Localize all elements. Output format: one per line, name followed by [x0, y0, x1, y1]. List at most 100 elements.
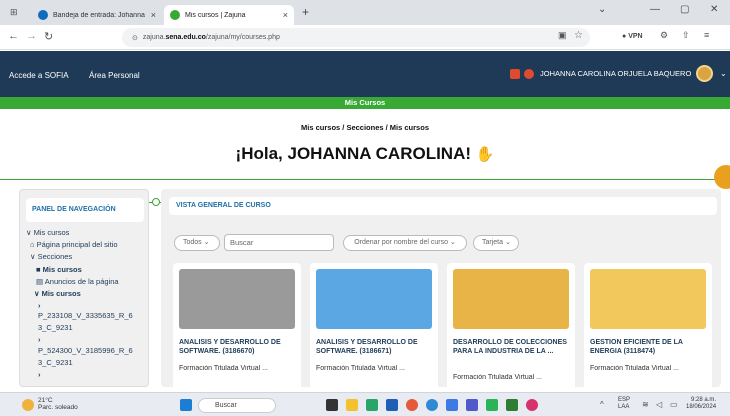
filter-dropdown[interactable]: Todos ⌄ — [174, 235, 220, 251]
notifications-icon[interactable] — [510, 69, 520, 79]
course-image[interactable] — [590, 269, 706, 329]
wave-hand-icon: ✋ — [475, 146, 495, 163]
course-category: Formación Titulada Virtual ... — [590, 365, 679, 372]
volume-icon[interactable]: ◁ — [656, 400, 662, 409]
sort-dropdown[interactable]: Ordenar por nombre del curso ⌄ — [343, 235, 467, 251]
taskbar-search[interactable]: Buscar — [198, 398, 276, 413]
sidebar-item-home[interactable]: ⌂ Página principal del sitio — [30, 240, 118, 249]
course-image[interactable] — [453, 269, 569, 329]
course-title[interactable]: ANALISIS Y DESARROLLO DE SOFTWARE. (3186… — [316, 338, 434, 356]
task-view-icon[interactable] — [326, 399, 338, 411]
sidebar-item-my-courses[interactable]: ■ Mis cursos — [36, 265, 82, 274]
language-indicator[interactable]: ESP LAA — [618, 397, 630, 411]
page-title: ¡Hola, JOHANNA CAROLINA! ✋ — [235, 144, 495, 163]
navigation-panel: PANEL DE NAVEGACIÓN ∨ Mis cursos ⌂ Págin… — [19, 189, 149, 387]
tab-actions-icon[interactable]: ⊞ — [10, 7, 18, 18]
maximize-icon[interactable]: ▢ — [680, 4, 689, 15]
course-title[interactable]: DESARROLLO DE COLECCIONES PARA LA INDUST… — [453, 338, 571, 356]
chevron-down-icon[interactable]: ⌄ — [720, 69, 727, 78]
weather-widget[interactable]: 21°C Parc. soleado — [38, 397, 78, 411]
course-card[interactable]: ANALISIS Y DESARROLLO DE SOFTWARE. (3186… — [173, 263, 301, 387]
sidebar-course-link[interactable]: 3_C_9231 — [38, 358, 73, 367]
share-icon[interactable]: ⇧ — [682, 30, 690, 41]
battery-icon[interactable]: ▭ — [670, 400, 678, 409]
overview-title: VISTA GENERAL DE CURSO — [169, 197, 717, 215]
chevron-right-icon[interactable]: › — [38, 370, 41, 379]
chat-assistant-button[interactable] — [714, 165, 730, 189]
app-icon[interactable] — [366, 399, 378, 411]
reader-icon[interactable]: ▣ — [558, 30, 567, 41]
menu-icon[interactable]: ≡ — [704, 30, 709, 40]
view-dropdown[interactable]: Tarjeta ⌄ — [473, 235, 519, 251]
window-close-icon[interactable]: ✕ — [710, 4, 718, 15]
sidebar-item-mis-cursos-group[interactable]: ∨ Mis cursos — [34, 289, 81, 298]
forward-icon[interactable]: → — [26, 30, 37, 42]
home-icon: ⌂ — [30, 240, 35, 249]
sofia-link[interactable]: Accede a SOFIA — [9, 71, 69, 80]
whatsapp-icon[interactable] — [486, 399, 498, 411]
sidebar-course-link[interactable]: 3_C_9231 — [38, 323, 73, 332]
courses-icon: ■ — [36, 265, 41, 274]
browser-tab-strip: ⊞ Bandeja de entrada: Johanna C × Mis cu… — [0, 0, 730, 25]
new-tab-button[interactable]: + — [302, 5, 309, 19]
course-category: Formación Titulada Virtual ... — [316, 365, 405, 372]
personal-area-link[interactable]: Área Personal — [89, 71, 140, 80]
site-info-icon[interactable]: ⊙ — [132, 34, 138, 42]
url-bar[interactable]: ⊙ zajuna.sena.edu.co/zajuna/my/courses.p… — [122, 28, 590, 47]
search-input[interactable]: Buscar — [224, 234, 334, 251]
panel-title: PANEL DE NAVEGACIÓN — [26, 198, 144, 222]
connector-dot — [152, 198, 160, 206]
course-image[interactable] — [179, 269, 295, 329]
site-header: Accede a SOFIA Área Personal JOHANNA CAR… — [0, 51, 730, 97]
clock[interactable]: 9:28 a.m. 18/06/2024 — [686, 397, 716, 411]
course-title[interactable]: ANALISIS Y DESARROLLO DE SOFTWARE. (3186… — [179, 338, 297, 356]
sidebar-item-mis-cursos[interactable]: ∨ Mis cursos — [26, 228, 69, 237]
address-toolbar: ← → ↻ ⊙ zajuna.sena.edu.co/zajuna/my/cou… — [0, 25, 730, 50]
zajuna-icon — [170, 10, 180, 20]
sidebar-item-announcements[interactable]: ▤ Anuncios de la página — [36, 277, 119, 286]
tab-title: Mis cursos | Zajuna — [185, 11, 246, 19]
weather-icon[interactable] — [22, 399, 34, 411]
close-icon[interactable]: × — [283, 10, 288, 20]
user-name[interactable]: JOHANNA CAROLINA ORJUELA BAQUERO — [540, 69, 691, 78]
announcements-icon: ▤ — [36, 277, 44, 286]
wifi-icon[interactable]: ≋ — [642, 400, 649, 409]
app-icon[interactable] — [386, 399, 398, 411]
tab-mis-cursos[interactable]: Mis cursos | Zajuna × — [164, 5, 294, 25]
close-icon[interactable]: × — [151, 10, 156, 20]
course-overview: VISTA GENERAL DE CURSO Todos ⌄ Buscar Or… — [161, 189, 721, 387]
teams-icon[interactable] — [466, 399, 478, 411]
app-icon[interactable] — [526, 399, 538, 411]
file-explorer-icon[interactable] — [346, 399, 358, 411]
messages-icon[interactable] — [524, 69, 534, 79]
vpn-button[interactable]: ● VPN — [622, 33, 643, 40]
taskbar: 21°C Parc. soleado Buscar ^ ESP LAA ≋ ◁ ▭ … — [0, 392, 730, 416]
breadcrumb[interactable]: Mis cursos / Secciones / Mis cursos — [0, 123, 730, 132]
excel-icon[interactable] — [506, 399, 518, 411]
chevron-right-icon[interactable]: › — [38, 335, 41, 344]
tab-search-icon[interactable]: ⌄ — [598, 4, 606, 15]
reload-icon[interactable]: ↻ — [44, 30, 53, 43]
back-icon[interactable]: ← — [8, 30, 19, 42]
divider — [0, 179, 730, 180]
sidebar-item-secciones[interactable]: ∨ Secciones — [30, 252, 72, 261]
course-title[interactable]: GESTION EFICIENTE DE LA ENERGIA (3118474… — [590, 338, 708, 356]
sidebar-course-link[interactable]: P_233108_V_3335635_R_6 — [38, 311, 133, 320]
chevron-right-icon[interactable]: › — [38, 301, 41, 310]
app-icon[interactable] — [446, 399, 458, 411]
extensions-icon[interactable]: ⚙ — [660, 30, 668, 41]
course-card[interactable]: DESARROLLO DE COLECCIONES PARA LA INDUST… — [447, 263, 575, 387]
avatar[interactable] — [696, 65, 713, 82]
course-card[interactable]: GESTION EFICIENTE DE LA ENERGIA (3118474… — [584, 263, 712, 387]
section-bar: Mis Cursos — [0, 97, 730, 109]
bookmark-star-icon[interactable]: ☆ — [574, 30, 583, 41]
chevron-up-icon[interactable]: ^ — [600, 400, 604, 409]
course-image[interactable] — [316, 269, 432, 329]
tab-outlook[interactable]: Bandeja de entrada: Johanna C × — [32, 5, 162, 25]
course-card[interactable]: ANALISIS Y DESARROLLO DE SOFTWARE. (3186… — [310, 263, 438, 387]
browser-icon[interactable] — [406, 399, 418, 411]
minimize-icon[interactable]: — — [650, 4, 660, 15]
sidebar-course-link[interactable]: P_524300_V_3185996_R_6 — [38, 346, 133, 355]
start-icon[interactable] — [180, 399, 192, 411]
edge-icon[interactable] — [426, 399, 438, 411]
